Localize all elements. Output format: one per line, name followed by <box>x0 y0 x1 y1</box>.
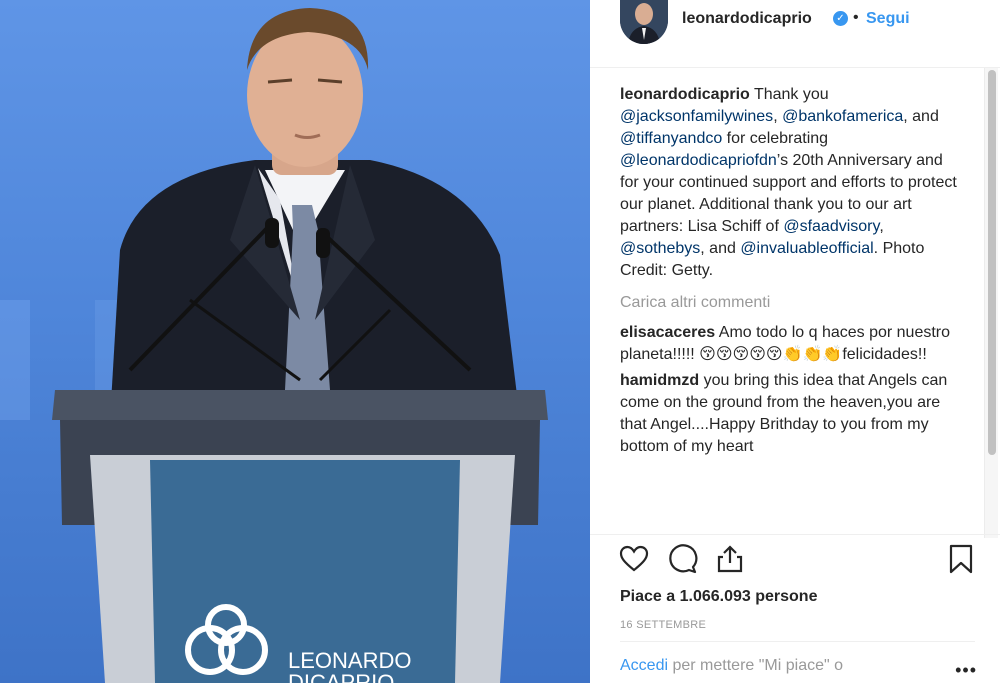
mention-link[interactable]: @invaluableofficial <box>740 240 873 257</box>
share-icon[interactable] <box>714 543 746 575</box>
login-link[interactable]: Accedi <box>620 657 668 674</box>
login-prompt: Accedi per mettere "Mi piace" o <box>620 657 843 675</box>
caption-text-segment: , <box>773 108 783 125</box>
header-username[interactable]: leonardodicaprio <box>682 10 812 28</box>
post-photo[interactable]: LEONARDO DICAPRIO <box>0 0 590 683</box>
mention-link[interactable]: @sothebys <box>620 240 700 257</box>
verified-badge-icon: ✓ <box>833 11 848 26</box>
comment-username[interactable]: hamidmzd <box>620 372 699 389</box>
mention-link[interactable]: @jacksonfamilywines <box>620 108 773 125</box>
comments-list[interactable]: leonardodicaprio Thank you @jacksonfamil… <box>620 84 960 534</box>
photo-illustration: LEONARDO DICAPRIO <box>0 8 548 683</box>
caption-text-segment: , and <box>903 108 939 125</box>
caption-text-segment: for celebrating <box>722 130 829 147</box>
comment-item: elisacaceres Amo todo lo q haces por nue… <box>620 322 960 366</box>
comment-icon[interactable] <box>666 543 698 575</box>
caption-text-segment: , <box>879 218 884 235</box>
post-header: leonardodicaprio ✓ • Segui <box>590 0 1000 68</box>
mention-link[interactable]: @bankofamerica <box>782 108 903 125</box>
podium-logo-line2: DICAPRIO <box>288 670 394 683</box>
avatar[interactable] <box>620 0 668 44</box>
caption-username[interactable]: leonardodicaprio <box>620 86 750 103</box>
login-footer: Accedi per mettere "Mi piace" o ••• <box>620 641 977 683</box>
comment-username[interactable]: elisacaceres <box>620 324 715 341</box>
follow-button[interactable]: Segui <box>866 10 910 28</box>
action-bar <box>590 534 1000 584</box>
login-prompt-text: per mettere "Mi piace" o <box>668 657 844 674</box>
likes-count[interactable]: Piace a 1.066.093 persone <box>620 588 817 606</box>
comments-scrollbar-thumb[interactable] <box>988 70 996 455</box>
separator-dot: • <box>853 9 859 26</box>
comment-item: hamidmzd you bring this idea that Angels… <box>620 370 960 458</box>
post-date[interactable]: 16 SETTEMBRE <box>620 619 706 631</box>
heart-icon[interactable] <box>618 543 650 575</box>
caption-text: Thank you @jacksonfamilywines, @bankofam… <box>620 86 957 279</box>
mention-link[interactable]: @leonardodicapriofdn <box>620 152 777 169</box>
more-options-icon[interactable]: ••• <box>955 660 977 681</box>
mention-link[interactable]: @tiffanyandco <box>620 130 722 147</box>
bookmark-icon[interactable] <box>945 543 977 575</box>
mention-link[interactable]: @sfaadvisory <box>783 218 879 235</box>
caption-text-segment: Thank you <box>749 86 829 103</box>
post-caption: leonardodicaprio Thank you @jacksonfamil… <box>620 84 960 282</box>
caption-text-segment: , and <box>700 240 741 257</box>
load-more-comments-button[interactable]: Carica altri commenti <box>620 292 960 314</box>
post-side-panel: leonardodicaprio ✓ • Segui leonardodicap… <box>590 0 1000 683</box>
